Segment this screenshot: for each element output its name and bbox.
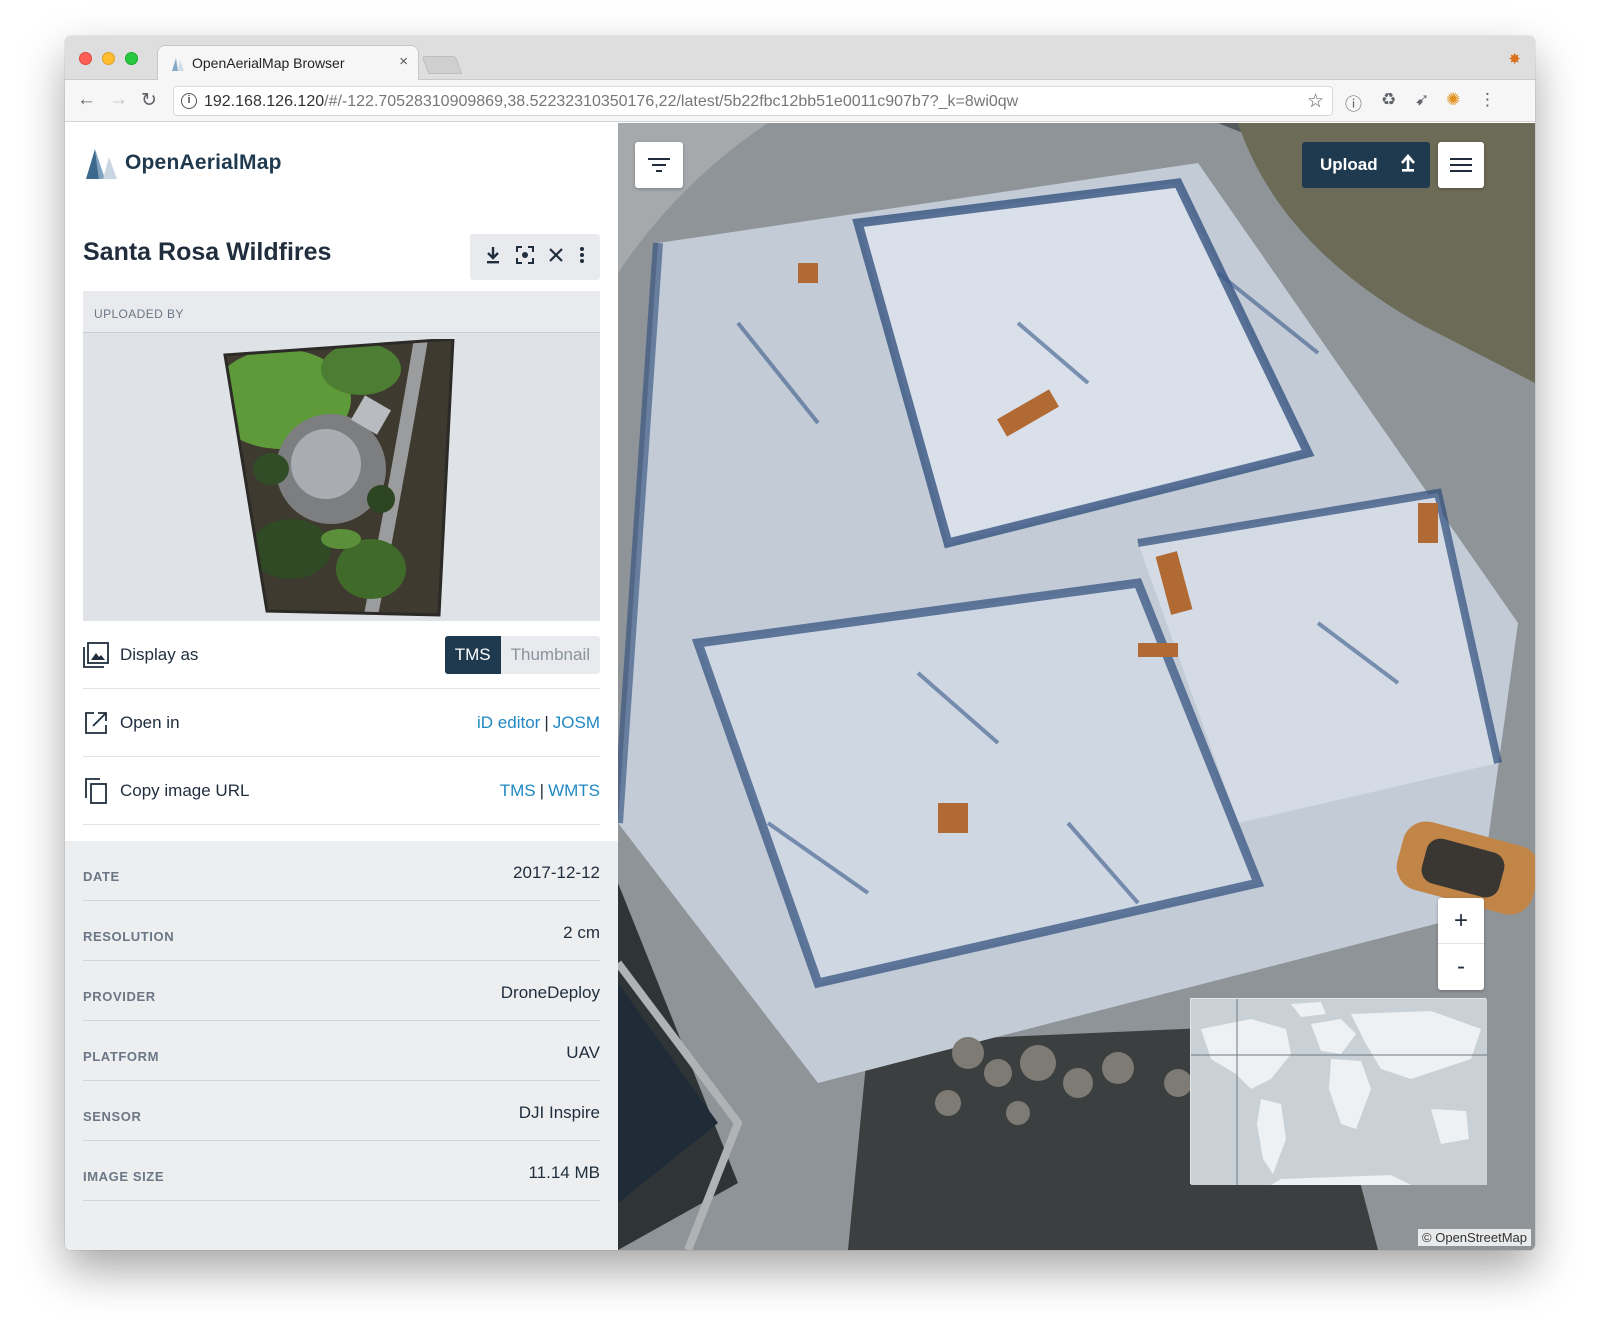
upload-label: Upload bbox=[1320, 155, 1378, 174]
password-extension-icon[interactable]: ⓘ bbox=[1345, 90, 1362, 115]
upload-arrow-icon bbox=[1400, 153, 1416, 177]
site-info-icon[interactable]: i bbox=[181, 93, 197, 109]
oam-logo-icon bbox=[86, 149, 117, 179]
open-in-label: Open in bbox=[120, 712, 180, 732]
metadata-key: PROVIDER bbox=[83, 989, 156, 1004]
metadata-key: SENSOR bbox=[83, 1109, 142, 1124]
open-in-row: Open in iD editor | JOSM bbox=[83, 689, 600, 757]
filter-icon bbox=[648, 158, 670, 172]
zoom-out-button[interactable]: - bbox=[1438, 944, 1484, 990]
tab-strip: OpenAerialMap Browser × ✸ bbox=[65, 36, 1535, 81]
metadata-key: DATE bbox=[83, 869, 120, 884]
map-view[interactable]: Upload + - © OpenStreetMap bbox=[618, 123, 1535, 1250]
url-text[interactable]: 192.168.126.120/#/-122.70528310909869,38… bbox=[204, 93, 1018, 111]
link-separator: | bbox=[544, 712, 549, 732]
url-host: 192.168.126.120 bbox=[204, 93, 325, 110]
close-scene-icon[interactable] bbox=[548, 247, 564, 268]
display-toggle: TMS Thumbnail bbox=[444, 635, 600, 674]
upload-button[interactable]: Upload bbox=[1302, 142, 1430, 188]
oam-favicon-icon bbox=[172, 58, 184, 71]
metadata-row: RESOLUTION 2 cm bbox=[83, 901, 600, 961]
metadata-row: SENSOR DJI Inspire bbox=[83, 1081, 600, 1141]
fox-extension-icon[interactable]: ✺ bbox=[1446, 90, 1460, 110]
copy-url-row: Copy image URL TMS | WMTS bbox=[83, 757, 600, 825]
browser-toolbar: ← → ↻ i 192.168.126.120/#/-122.705283109… bbox=[65, 80, 1535, 122]
reload-icon[interactable]: ↻ bbox=[141, 89, 157, 112]
open-in-links: iD editor | JOSM bbox=[477, 713, 600, 733]
filter-button[interactable] bbox=[635, 142, 683, 188]
back-icon[interactable]: ← bbox=[77, 89, 96, 111]
profile-leaf-icon[interactable]: ✸ bbox=[1508, 50, 1521, 68]
id-editor-link[interactable]: iD editor bbox=[477, 713, 540, 732]
metadata-row: PROVIDER DroneDeploy bbox=[83, 961, 600, 1021]
browser-menu-icon[interactable]: ⋮ bbox=[1479, 90, 1496, 110]
copy-tms-link[interactable]: TMS bbox=[500, 781, 536, 800]
scene-title: Santa Rosa Wildfires bbox=[83, 238, 332, 266]
metadata-key: RESOLUTION bbox=[83, 929, 175, 944]
external-link-icon bbox=[83, 710, 109, 736]
copy-url-links: TMS | WMTS bbox=[500, 781, 600, 801]
metadata-row: DATE 2017-12-12 bbox=[83, 841, 600, 901]
metadata-value: 2017-12-12 bbox=[513, 863, 600, 882]
metadata-value: 2 cm bbox=[563, 923, 600, 942]
scene-sidebar: OpenAerialMap Santa Rosa Wildfires UPLOA… bbox=[65, 123, 618, 1250]
display-as-label: Display as bbox=[120, 644, 199, 664]
tab-title: OpenAerialMap Browser bbox=[192, 55, 345, 71]
hamburger-icon bbox=[1450, 158, 1472, 172]
josm-link[interactable]: JOSM bbox=[553, 713, 600, 732]
maximize-window-button[interactable] bbox=[125, 52, 138, 65]
overview-minimap[interactable] bbox=[1190, 998, 1487, 1185]
zoom-in-button[interactable]: + bbox=[1438, 898, 1484, 944]
zoom-controls: + - bbox=[1438, 898, 1484, 990]
tab-close-icon[interactable]: × bbox=[399, 53, 408, 70]
scene-preview: UPLOADED BY bbox=[83, 291, 600, 621]
metadata-value: DJI Inspire bbox=[518, 1103, 600, 1122]
scene-actions bbox=[470, 234, 600, 280]
main-menu-button[interactable] bbox=[1438, 142, 1484, 188]
recycle-extension-icon[interactable]: ♻ bbox=[1381, 90, 1396, 110]
metadata-value: UAV bbox=[566, 1043, 600, 1062]
bookmark-star-icon[interactable]: ☆ bbox=[1307, 90, 1324, 113]
display-thumbnail-option[interactable]: Thumbnail bbox=[501, 636, 600, 674]
metadata-row: IMAGE SIZE 11.14 MB bbox=[83, 1141, 600, 1201]
zoom-to-fit-icon[interactable] bbox=[515, 245, 534, 269]
close-window-button[interactable] bbox=[79, 52, 92, 65]
browser-tab[interactable]: OpenAerialMap Browser × bbox=[157, 45, 419, 81]
metadata-key: PLATFORM bbox=[83, 1049, 160, 1064]
minimize-window-button[interactable] bbox=[102, 52, 115, 65]
brand[interactable]: OpenAerialMap bbox=[83, 145, 282, 181]
display-as-row: Display as TMS Thumbnail bbox=[83, 621, 600, 689]
metadata-key: IMAGE SIZE bbox=[83, 1169, 165, 1184]
metadata-panel: DATE 2017-12-12 RESOLUTION 2 cm PROVIDER… bbox=[65, 841, 618, 1250]
copy-wmts-link[interactable]: WMTS bbox=[548, 781, 600, 800]
map-attribution[interactable]: © OpenStreetMap bbox=[1418, 1229, 1531, 1246]
brand-name: OpenAerialMap bbox=[125, 151, 282, 174]
copy-url-label: Copy image URL bbox=[120, 780, 250, 800]
cursor-extension-icon[interactable]: ➹ bbox=[1415, 90, 1429, 110]
forward-icon[interactable]: → bbox=[109, 89, 128, 111]
display-tms-option[interactable]: TMS bbox=[444, 635, 501, 674]
metadata-value: DroneDeploy bbox=[500, 983, 600, 1002]
new-tab-button[interactable] bbox=[421, 56, 463, 74]
copy-icon bbox=[83, 777, 109, 804]
address-bar[interactable]: i 192.168.126.120/#/-122.70528310909869,… bbox=[173, 86, 1333, 116]
scene-thumbnail[interactable] bbox=[221, 339, 457, 621]
image-icon bbox=[83, 641, 109, 668]
browser-window: OpenAerialMap Browser × ✸ ← → ↻ i 192.16… bbox=[65, 36, 1535, 1250]
download-icon[interactable] bbox=[485, 246, 501, 269]
uploaded-by-label: UPLOADED BY bbox=[83, 291, 600, 333]
more-options-icon[interactable] bbox=[579, 246, 585, 269]
link-separator: | bbox=[539, 780, 545, 800]
url-path: /#/-122.70528310909869,38.52232310350176… bbox=[324, 93, 1019, 110]
metadata-value: 11.14 MB bbox=[528, 1163, 600, 1182]
metadata-row: PLATFORM UAV bbox=[83, 1021, 600, 1081]
